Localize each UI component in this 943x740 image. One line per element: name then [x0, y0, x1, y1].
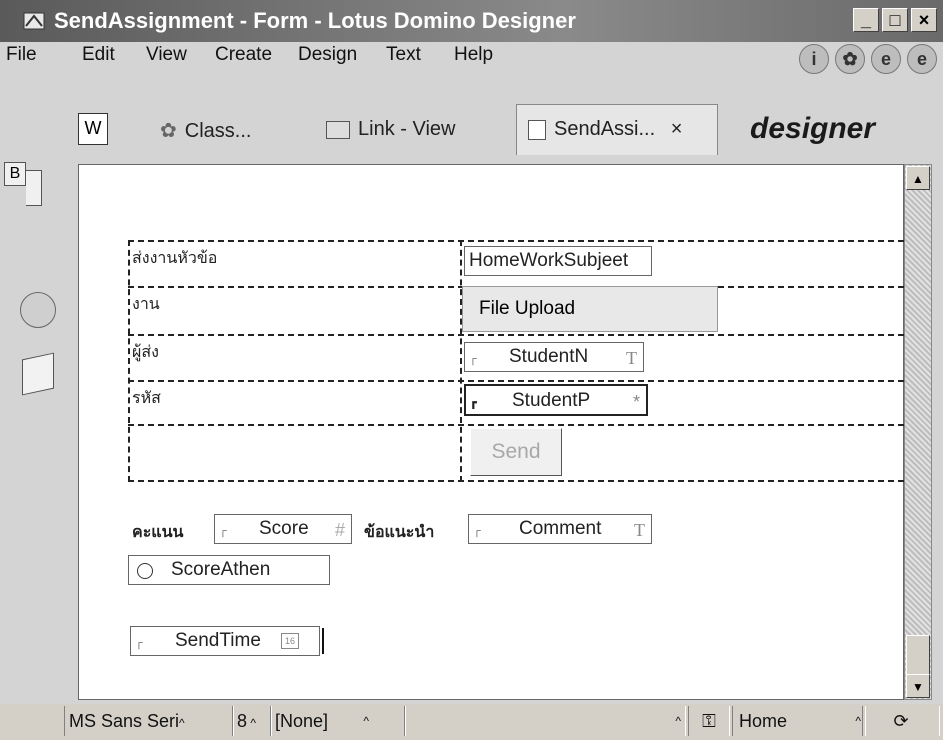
title-bar: SendAssignment - Form - Lotus Domino Des…	[0, 0, 943, 42]
scroll-thumb[interactable]	[906, 635, 930, 675]
menu-create[interactable]: Create	[215, 44, 272, 66]
tab-link-view-label: Link - View	[358, 118, 456, 140]
comment-field-value: Comment	[519, 518, 602, 539]
calendar-icon: 16	[281, 633, 299, 649]
font-selector[interactable]: MS Sans Seri^	[64, 706, 234, 736]
window-title: SendAssignment - Form - Lotus Domino Des…	[54, 8, 576, 33]
font-size: 8	[237, 711, 248, 731]
menu-help[interactable]: Help	[454, 44, 493, 66]
web-icon[interactable]: ✿	[835, 44, 865, 74]
table-row-divider	[128, 380, 904, 382]
designer-brand: designer	[750, 112, 876, 145]
table-row-divider	[128, 424, 904, 426]
table-column-divider	[460, 240, 462, 482]
form-icon	[528, 119, 546, 140]
class-icon: ✿	[160, 120, 177, 142]
view-icon	[326, 120, 350, 139]
close-button[interactable]: ×	[911, 8, 937, 32]
spin-icon: ^	[363, 714, 369, 728]
left-toolbar	[0, 162, 76, 702]
field-corner-icon: ┏	[470, 397, 477, 409]
student-name-field[interactable]: ┌ StudentN T	[464, 342, 644, 372]
homework-subject-field[interactable]: HomeWorkSubjeet	[464, 246, 652, 276]
password-type-icon: *	[632, 392, 640, 412]
text-type-icon: T	[634, 520, 645, 540]
replication-icon[interactable]: ⟳	[862, 706, 940, 736]
tab-sendassignment[interactable]: SendAssi... ×	[528, 118, 682, 141]
number-type-icon: #	[334, 520, 345, 540]
globe-icon[interactable]	[20, 292, 56, 328]
spin-icon: ^	[855, 714, 861, 728]
font-size-selector[interactable]: 8 ^	[232, 706, 272, 736]
menu-text[interactable]: Text	[386, 44, 421, 66]
scroll-up-button[interactable]: ▲	[906, 166, 930, 190]
radio-icon[interactable]	[137, 563, 153, 579]
style-selector[interactable]: [None] ^	[270, 706, 406, 736]
sender-label: ผู้ส่ง	[132, 344, 159, 361]
workspace-tab[interactable]: W	[78, 113, 108, 145]
menu-file[interactable]: File	[6, 44, 37, 66]
text-cursor	[322, 628, 324, 654]
subject-label: ส่งงานหัวข้อ	[132, 250, 218, 267]
field-corner-icon: ┌	[473, 525, 481, 537]
tab-class[interactable]: ✿ Class...	[160, 118, 251, 143]
student-name-value: StudentN	[509, 346, 589, 367]
browser-icon[interactable]: e	[871, 44, 901, 74]
file-upload-label: File Upload	[479, 298, 576, 319]
score-athen-value: ScoreAthen	[171, 559, 271, 580]
maximize-button[interactable]: □	[882, 8, 908, 32]
status-message-area: ^	[404, 706, 686, 736]
field-corner-icon: ┌	[469, 353, 477, 365]
minimize-button[interactable]: _	[853, 8, 879, 32]
tab-close-icon[interactable]: ×	[671, 118, 683, 140]
designer-app-icon	[23, 12, 45, 30]
code-label: รหัส	[132, 390, 161, 407]
info-icon[interactable]: i	[799, 44, 829, 74]
tab-link-view[interactable]: Link - View	[326, 118, 455, 141]
style-name: [None]	[275, 711, 329, 731]
tab-class-label: Class...	[184, 120, 252, 142]
sendtime-field[interactable]: ┌ SendTime 16	[130, 626, 320, 656]
menu-design[interactable]: Design	[298, 44, 357, 66]
script-icon[interactable]	[22, 352, 54, 396]
file-upload-control[interactable]: File Upload	[462, 286, 718, 332]
score-athen-radio-field[interactable]: ScoreAthen	[128, 555, 330, 585]
work-label: งาน	[132, 296, 160, 313]
field-corner-icon: ┌	[135, 637, 143, 649]
menu-view[interactable]: View	[146, 44, 187, 66]
field-corner-icon: ┌	[219, 525, 227, 537]
location-selector[interactable]: Home ^	[732, 706, 866, 736]
score-label: คะแนน	[132, 524, 184, 541]
student-code-field[interactable]: ┏ StudentP *	[464, 384, 648, 416]
vertical-scrollbar[interactable]: ▲ ▼	[904, 164, 932, 700]
text-type-icon: T	[626, 348, 637, 368]
homework-subject-value: HomeWorkSubjeet	[469, 250, 629, 271]
student-code-value: StudentP	[512, 390, 591, 411]
spin-icon: ^	[179, 716, 185, 730]
spin-icon: ^	[247, 716, 256, 730]
comment-label: ข้อแนะนำ	[364, 524, 435, 541]
table-row-divider	[128, 334, 904, 336]
sendtime-field-value: SendTime	[175, 630, 261, 651]
location-name: Home	[739, 711, 788, 731]
b-button[interactable]: B	[4, 162, 26, 186]
internet-explorer-icon[interactable]: e	[907, 44, 937, 74]
tab-sendassignment-label: SendAssi...	[554, 118, 656, 140]
spin-icon: ^	[675, 714, 681, 728]
key-icon[interactable]: ⚿	[688, 706, 730, 736]
score-field-value: Score	[259, 518, 309, 539]
score-field[interactable]: ┌ Score #	[214, 514, 352, 544]
comment-field[interactable]: ┌ Comment T	[468, 514, 652, 544]
send-button[interactable]: Send	[470, 428, 562, 476]
scroll-down-button[interactable]: ▼	[906, 674, 930, 698]
font-name: MS Sans Seri	[69, 711, 180, 731]
menu-edit[interactable]: Edit	[82, 44, 115, 66]
b-button-tail	[26, 170, 42, 206]
